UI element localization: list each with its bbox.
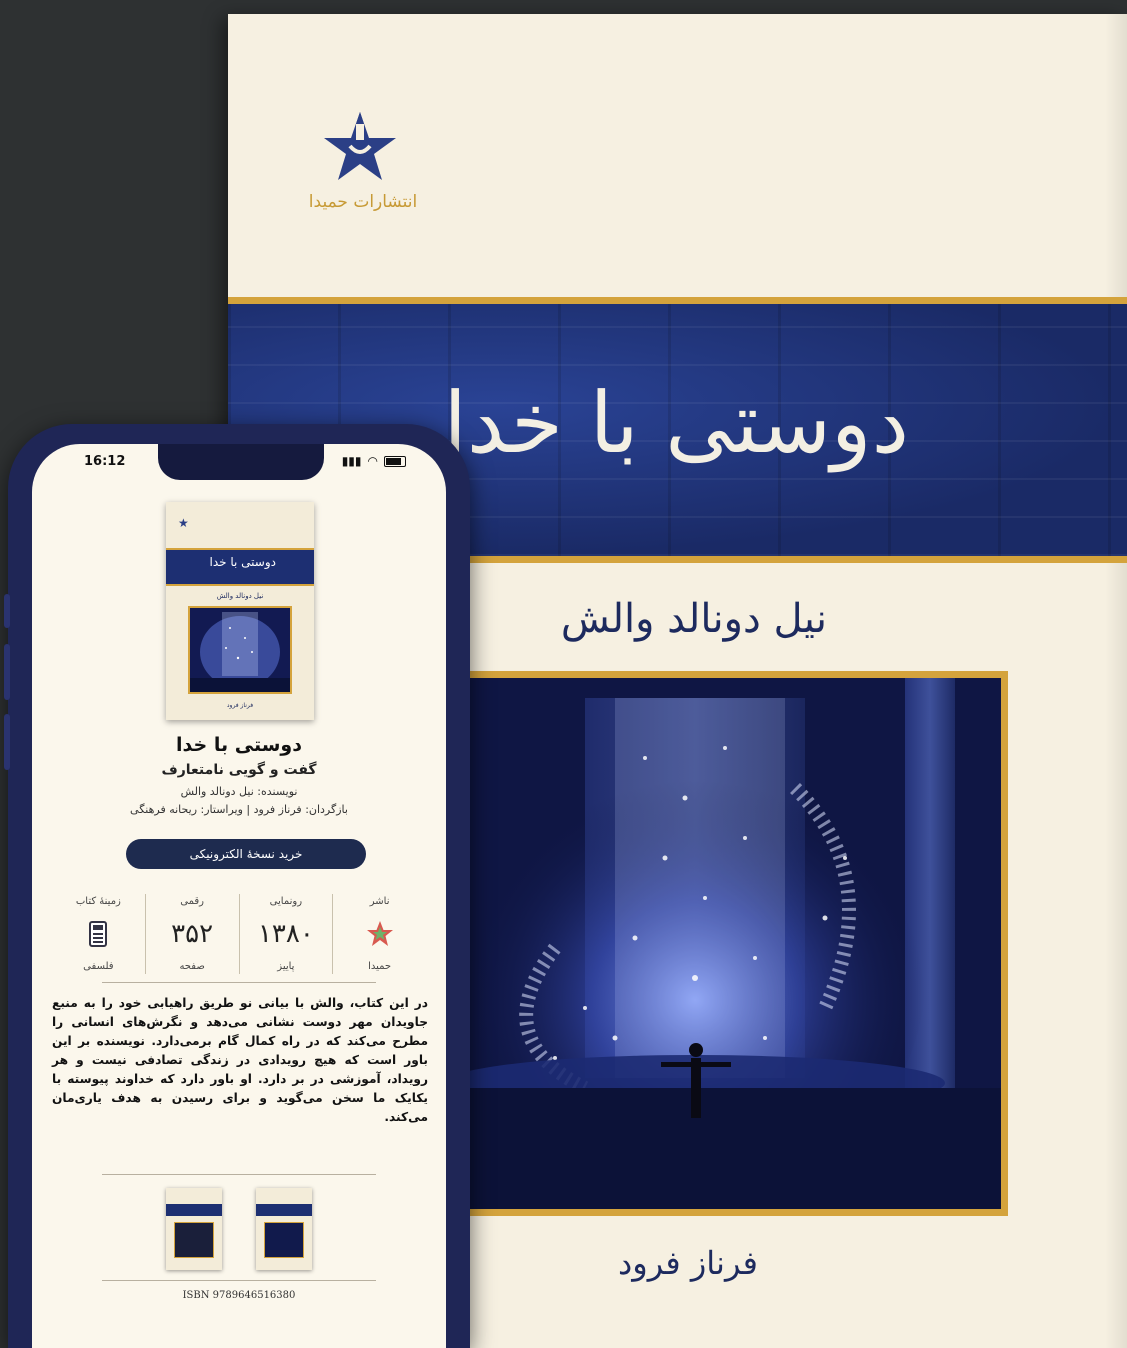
mini-cover-art [188,606,292,694]
cover-translator: فرناز فرود [618,1244,758,1282]
mini-cover-title: دوستی با خدا [209,555,277,569]
phone-volume-up [4,644,10,700]
info-release-year: ۱۳۸۰ [257,919,314,949]
thumb-band [256,1204,312,1216]
phone-notch [158,444,324,480]
divider-middle [102,1174,376,1175]
info-pages-label: رقمی [180,896,204,907]
publisher-star-icon [366,921,393,946]
calculator-icon [89,921,108,947]
sparkle-fountain-artwork [465,678,1001,1209]
phone-volume-down [4,714,10,770]
phone-mockup: 16:12 ▮▮▮ ◠ ★ دوستی با خدا نیل دونالد وا… [4,424,470,1348]
cover-author: نیل دونالد والش [560,596,827,642]
book-info-row: ناشر حمیدا رونمایی ۱۳۸۰ پاییز رقمی ۳۵۲ ص… [52,894,426,974]
book-credits-line: بازگردان: فرناز فرود | ویراستار: ریحانه … [130,803,348,816]
phone-side-button [4,594,10,628]
mini-star-icon: ★ [178,516,189,530]
info-genre-label: زمینهٔ کتاب [75,896,121,907]
cover-artwork [458,671,1008,1216]
publisher-name: انتشارات حمیدا [308,192,418,212]
info-pages-count: ۳۵۲ [171,919,214,949]
buy-ebook-button[interactable]: خرید نسخهٔ الکترونیکی [126,839,366,869]
battery-icon [384,455,406,467]
book-title: دوستی با خدا [176,734,302,756]
divider-top [102,982,376,983]
phone-screen: 16:12 ▮▮▮ ◠ ★ دوستی با خدا نیل دونالد وا… [32,444,446,1348]
related-book-thumbnail-2[interactable] [256,1188,312,1270]
book-subtitle: گفت و گویی نامتعارف [161,762,317,778]
info-release: رونمایی ۱۳۸۰ پاییز [238,894,333,974]
mini-cover-translator: فرناز فرود [226,702,254,709]
thumb-art [264,1222,304,1258]
info-publisher: ناشر حمیدا [332,894,426,974]
info-pages-unit: صفحه [179,961,205,972]
divider-bottom [102,1280,376,1281]
book-thumbnail-large[interactable]: ★ دوستی با خدا نیل دونالد والش فرناز فرو… [166,502,314,720]
status-time: 16:12 [84,454,126,469]
status-icons: ▮▮▮ ◠ [342,454,406,468]
info-publisher-label: ناشر [369,896,390,907]
info-release-label: رونمایی [269,896,303,907]
cover-edge-shade [1105,14,1127,1348]
wifi-icon: ◠ [367,454,378,468]
thumb-art [174,1222,214,1258]
info-genre: زمینهٔ کتاب فلسفی [52,894,145,974]
thumb-band [166,1204,222,1216]
signal-icon: ▮▮▮ [341,454,362,468]
isbn-text: ISBN 9789646516380 [182,1290,296,1301]
book-description: در این کتاب، والش با بیانی نو طریق راهیا… [52,996,428,1124]
book-author-line: نویسنده: نیل دونالد والش [180,785,298,798]
info-pages: رقمی ۳۵۲ صفحه [144,894,239,974]
info-genre-value: فلسفی [83,961,114,972]
mini-cover-author: نیل دونالد والش [216,592,264,600]
cover-title: دوستی با خدا [443,374,909,472]
publisher-star-logo-icon [324,112,396,180]
info-publisher-name: حمیدا [368,961,392,972]
info-release-season: پاییز [277,961,295,972]
related-book-thumbnail-1[interactable] [166,1188,222,1270]
